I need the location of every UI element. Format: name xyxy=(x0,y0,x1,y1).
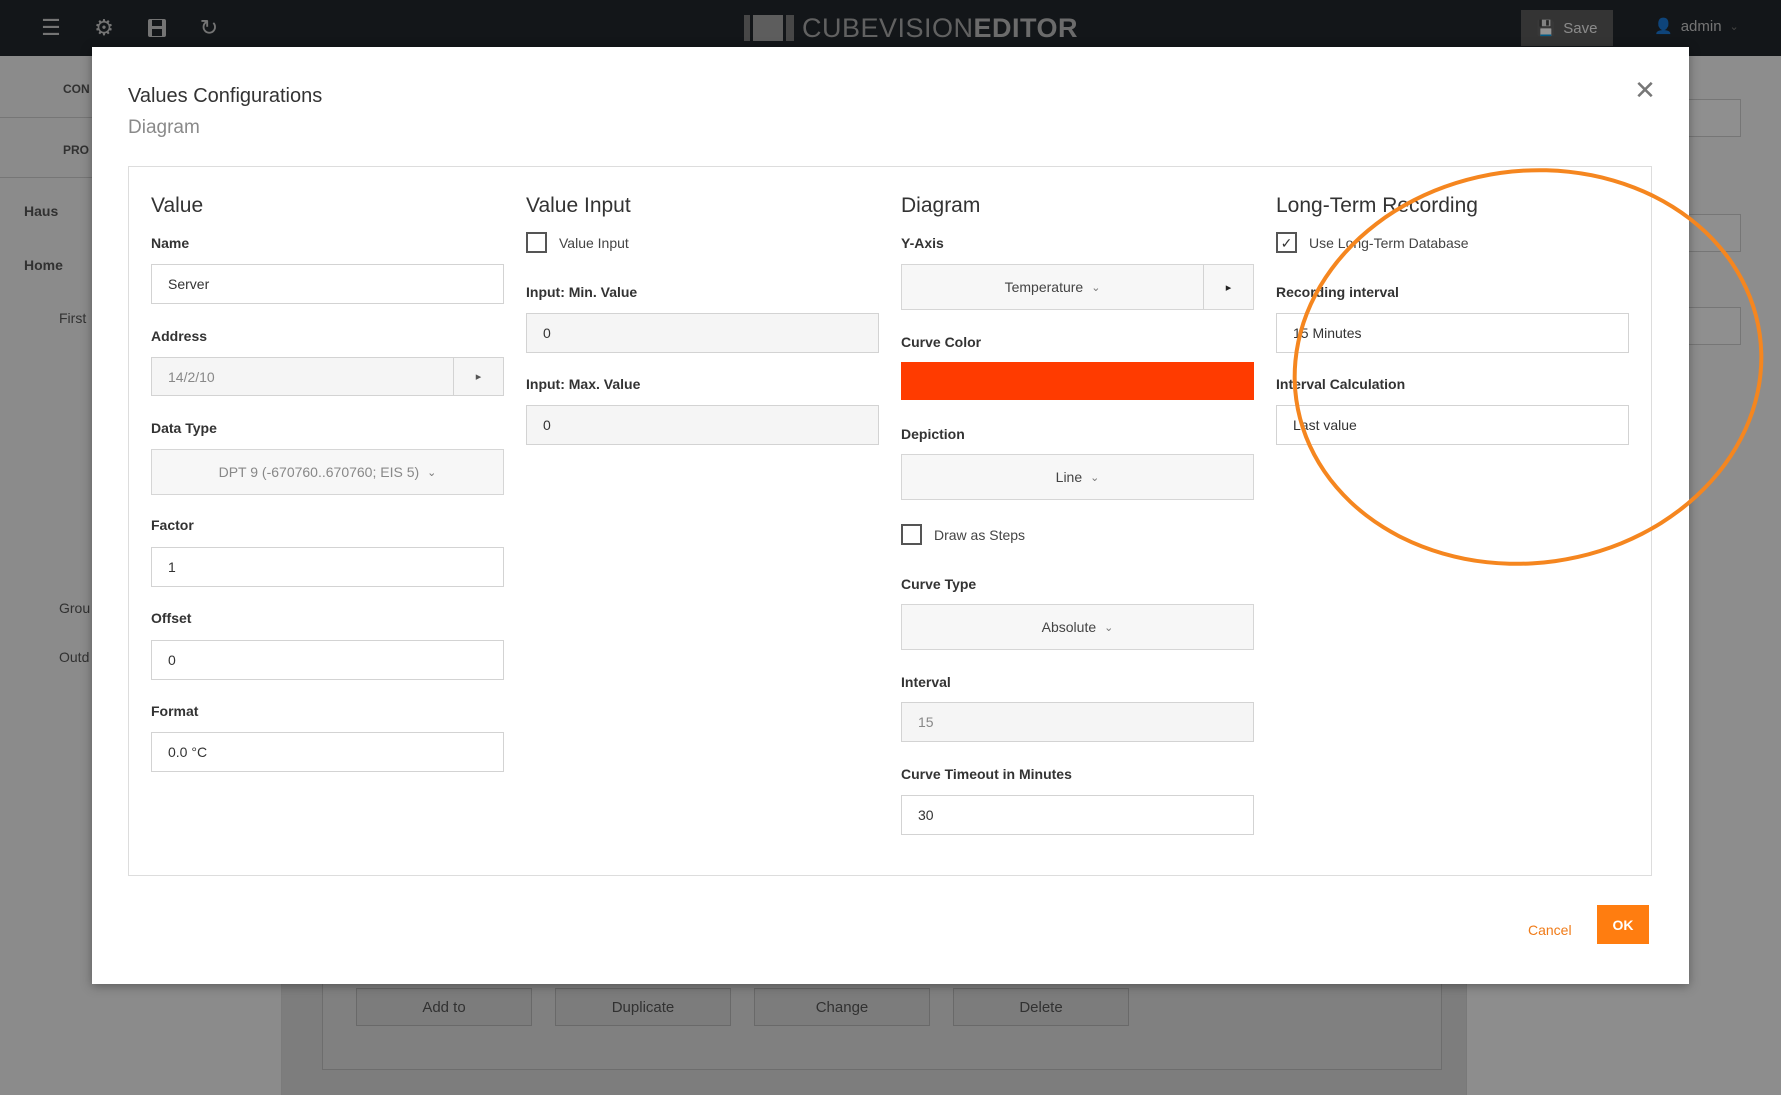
interval-label: Interval xyxy=(901,674,951,690)
curve-color-swatch[interactable] xyxy=(901,362,1254,400)
value-section-title: Value xyxy=(151,194,204,217)
use-long-term-db-label: Use Long-Term Database xyxy=(1309,234,1469,251)
address-picker-button[interactable]: ▸ xyxy=(453,358,503,395)
recording-interval-label: Recording interval xyxy=(1276,284,1399,300)
offset-label: Offset xyxy=(151,610,192,626)
value-input-section: Value Input Value Input Input: Min. Valu… xyxy=(526,167,879,867)
draw-as-steps-row[interactable]: Draw as Steps xyxy=(901,524,1025,545)
factor-label: Factor xyxy=(151,517,194,533)
curve-type-select[interactable]: Absolute ⌄ xyxy=(901,604,1254,650)
curve-timeout-field[interactable]: 30 xyxy=(901,795,1254,835)
offset-field[interactable]: 0 xyxy=(151,640,504,680)
curve-type-label: Curve Type xyxy=(901,576,977,592)
use-long-term-db-row[interactable]: ✓ Use Long-Term Database xyxy=(1276,232,1469,253)
data-type-label: Data Type xyxy=(151,420,217,436)
recording-interval-field[interactable]: 15 Minutes xyxy=(1276,313,1629,353)
interval-calculation-field[interactable]: Last value xyxy=(1276,405,1629,445)
y-axis-label: Y-Axis xyxy=(901,235,944,251)
caret-right-icon: ▸ xyxy=(1225,281,1232,294)
name-label: Name xyxy=(151,235,190,251)
depiction-label: Depiction xyxy=(901,426,965,442)
depiction-select[interactable]: Line ⌄ xyxy=(901,454,1254,500)
address-value: 14/2/10 xyxy=(168,368,215,385)
input-min-label: Input: Min. Value xyxy=(526,284,638,300)
curve-color-label: Curve Color xyxy=(901,334,982,350)
close-icon[interactable]: ✕ xyxy=(1632,77,1658,103)
draw-as-steps-label: Draw as Steps xyxy=(934,526,1026,543)
chevron-down-icon: ⌄ xyxy=(1091,281,1101,294)
address-label: Address xyxy=(151,328,208,344)
dialog-title: Values Configurations xyxy=(128,85,323,107)
chevron-down-icon: ⌄ xyxy=(427,466,437,479)
ok-button[interactable]: OK xyxy=(1597,905,1649,944)
input-max-label: Input: Max. Value xyxy=(526,376,641,392)
y-axis-value: Temperature xyxy=(1004,279,1084,295)
value-input-checkbox-label: Value Input xyxy=(559,234,629,251)
value-section: Value Name Server Address 14/2/10 ▸ Data… xyxy=(151,167,504,867)
format-label: Format xyxy=(151,703,199,719)
dialog-content: Value Name Server Address 14/2/10 ▸ Data… xyxy=(128,166,1652,876)
y-axis-select[interactable]: Temperature ⌄ ▸ xyxy=(901,264,1254,310)
checkmark-icon: ✓ xyxy=(1280,234,1293,251)
diagram-section: Diagram Y-Axis Temperature ⌄ ▸ Curve Col… xyxy=(901,167,1254,867)
dialog-subtitle: Diagram xyxy=(128,117,200,138)
interval-field[interactable]: 15 xyxy=(901,702,1254,742)
caret-right-icon: ▸ xyxy=(475,371,482,383)
long-term-recording-section: Long-Term Recording ✓ Use Long-Term Data… xyxy=(1276,167,1629,867)
input-max-field[interactable]: 0 xyxy=(526,405,879,445)
input-min-field[interactable]: 0 xyxy=(526,313,879,353)
use-long-term-db-checkbox[interactable]: ✓ xyxy=(1276,232,1297,253)
values-configurations-dialog: Values Configurations Diagram ✕ Value Na… xyxy=(92,47,1781,984)
address-field[interactable]: 14/2/10 ▸ xyxy=(151,357,504,396)
value-input-checkbox-row[interactable]: Value Input xyxy=(526,232,629,253)
curve-timeout-label: Curve Timeout in Minutes xyxy=(901,766,1072,782)
data-type-select[interactable]: DPT 9 (-670760..670760; EIS 5) ⌄ xyxy=(151,449,504,495)
value-input-checkbox[interactable] xyxy=(526,232,547,253)
curve-type-value: Absolute xyxy=(1041,619,1097,635)
long-term-section-title: Long-Term Recording xyxy=(1276,194,1478,217)
chevron-down-icon: ⌄ xyxy=(1090,471,1100,484)
depiction-value: Line xyxy=(1055,469,1083,485)
diagram-section-title: Diagram xyxy=(901,194,981,217)
data-type-value: DPT 9 (-670760..670760; EIS 5) xyxy=(218,464,420,480)
chevron-down-icon: ⌄ xyxy=(1104,621,1114,634)
name-field[interactable]: Server xyxy=(151,264,504,304)
y-axis-edit-button[interactable]: ▸ xyxy=(1203,265,1253,309)
value-input-section-title: Value Input xyxy=(526,194,631,217)
format-field[interactable]: 0.0 °C xyxy=(151,732,504,772)
factor-field[interactable]: 1 xyxy=(151,547,504,587)
draw-as-steps-checkbox[interactable] xyxy=(901,524,922,545)
cancel-button[interactable]: Cancel xyxy=(1518,911,1582,949)
interval-calculation-label: Interval Calculation xyxy=(1276,376,1406,392)
